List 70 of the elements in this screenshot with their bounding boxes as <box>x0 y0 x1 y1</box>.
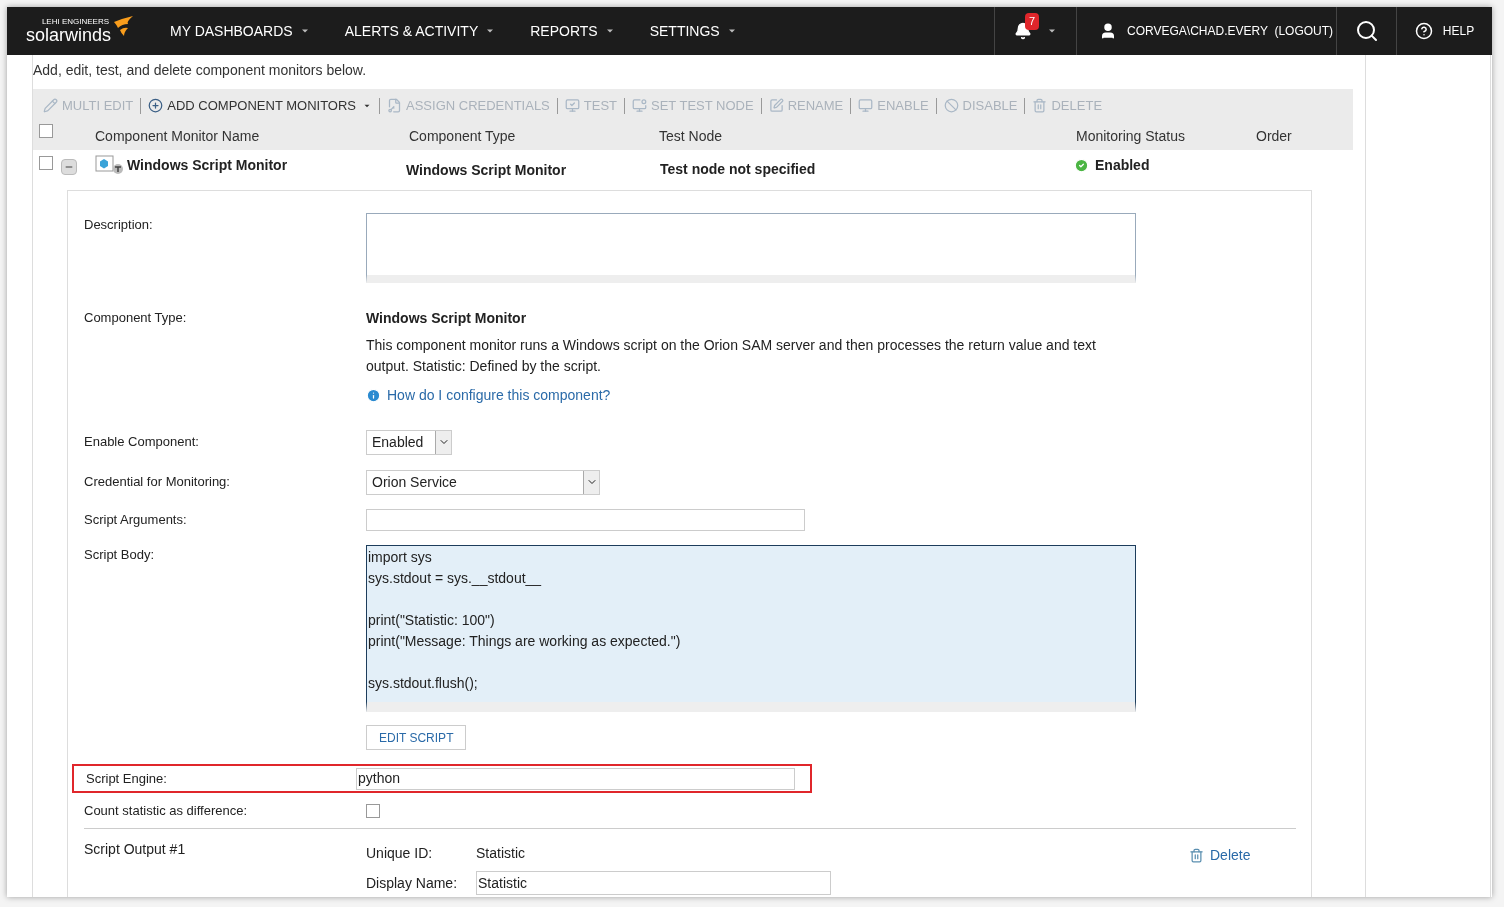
nav-menu[interactable]: REPORTS <box>514 7 632 55</box>
toolbar-button[interactable]: ADD COMPONENT MONITORS <box>148 96 373 116</box>
description-field[interactable] <box>366 213 1136 283</box>
monitor-icon <box>564 98 580 114</box>
help-icon <box>1414 22 1433 40</box>
field-label: Script Engine: <box>86 770 167 786</box>
field-label: Script Body: <box>84 547 155 562</box>
edit-script-button[interactable]: EDIT SCRIPT <box>366 725 467 750</box>
credential-select[interactable]: Orion Service <box>366 469 600 495</box>
field-label: Description: <box>84 217 153 232</box>
code-line: print("Statistic: 100") <box>368 611 496 630</box>
field-label: Credential for Monitoring: <box>84 474 230 490</box>
trash-icon <box>1189 847 1204 863</box>
code-line: import sys <box>368 548 433 567</box>
user-logout-button[interactable]: CORVEGA\CHAD.EVERY (LOGOUT) <box>1076 7 1336 55</box>
ban-icon <box>943 98 959 114</box>
component-description: This component monitor runs a Windows script on the Orion SAM server and then processes the return value and text output. Statistic: Defined by the script. <box>366 336 1097 376</box>
section-title: Script Output #1 <box>84 841 186 857</box>
column-header[interactable]: Test Node <box>659 127 723 144</box>
column-header[interactable]: Monitoring Status <box>1076 127 1185 144</box>
monitor-icon <box>858 98 874 114</box>
field-label: Component Type: <box>84 310 187 325</box>
code-line: sys.stdout = sys.__stdout__ <box>368 569 543 588</box>
field-label: Unique ID: <box>366 844 434 863</box>
table-cell-text: Test node not specified <box>660 159 817 179</box>
component-type-title: Windows Script Monitor <box>366 309 528 328</box>
notification-badge: 7 <box>1025 13 1040 30</box>
code-line: sys.stdout.flush(); <box>368 674 479 693</box>
status-cell: Enabled <box>1074 154 1150 176</box>
pencil-icon <box>43 98 58 114</box>
rename-icon <box>768 98 784 114</box>
nav-menu[interactable]: MY DASHBOARDS <box>154 7 327 55</box>
checkbox[interactable] <box>366 803 380 818</box>
field-label: Script Arguments: <box>84 512 187 528</box>
monitor-icon <box>632 98 648 114</box>
trash-icon <box>1032 98 1048 114</box>
help-button[interactable]: HELP <box>1396 7 1492 55</box>
intro-text: Add, edit, test, and delete component monitors below. <box>33 62 367 78</box>
help-link[interactable]: How do I configure this component? <box>366 385 1136 406</box>
plus-circle-icon <box>148 98 164 114</box>
field-label: Count statistic as difference: <box>84 802 248 818</box>
unique-id-value: Statistic <box>476 844 525 863</box>
code-line: print("Message: Things are working as expected.") <box>368 632 682 651</box>
user-icon <box>1099 22 1117 40</box>
nav-menu[interactable]: SETTINGS <box>633 7 754 55</box>
field-label: Enable Component: <box>84 434 199 450</box>
column-header[interactable]: Component Type <box>409 127 516 144</box>
notifications-button[interactable]: 7 <box>994 7 1076 55</box>
enable-select[interactable]: Enabled <box>366 429 452 455</box>
field-label: Display Name: <box>366 873 459 893</box>
monitor-name[interactable]: Windows Script Monitor <box>127 154 406 176</box>
script-body-field[interactable]: import sys sys.stdout = sys.__stdout__ print("Statistic: 100") print("Message: Things are working as expected.") sys.stdout.flush(); <box>366 545 1136 712</box>
collapse-button[interactable] <box>61 158 77 175</box>
column-header[interactable]: Order <box>1256 127 1292 144</box>
script-arguments-field[interactable] <box>366 509 805 531</box>
nav-menu[interactable]: ALERTS & ACTIVITY <box>328 7 513 55</box>
monitor-icon <box>95 154 125 175</box>
display-name-field[interactable]: Statistic <box>476 871 831 895</box>
table-cell-text: Windows Script Monitor <box>406 160 568 180</box>
logo-text: solarwinds <box>26 26 112 44</box>
logo[interactable]: LEHI ENGINEERS solarwinds <box>7 7 152 55</box>
checkbox[interactable] <box>39 123 53 138</box>
document-key-icon <box>387 98 403 114</box>
column-header[interactable]: Component Monitor Name <box>95 127 260 144</box>
script-engine-field[interactable]: python <box>356 767 795 790</box>
search-icon <box>1354 19 1379 43</box>
checkbox[interactable] <box>39 155 53 170</box>
info-icon <box>366 388 381 403</box>
delete-link[interactable]: Delete <box>1189 844 1251 866</box>
logo-subtitle: LEHI ENGINEERS <box>41 18 110 26</box>
